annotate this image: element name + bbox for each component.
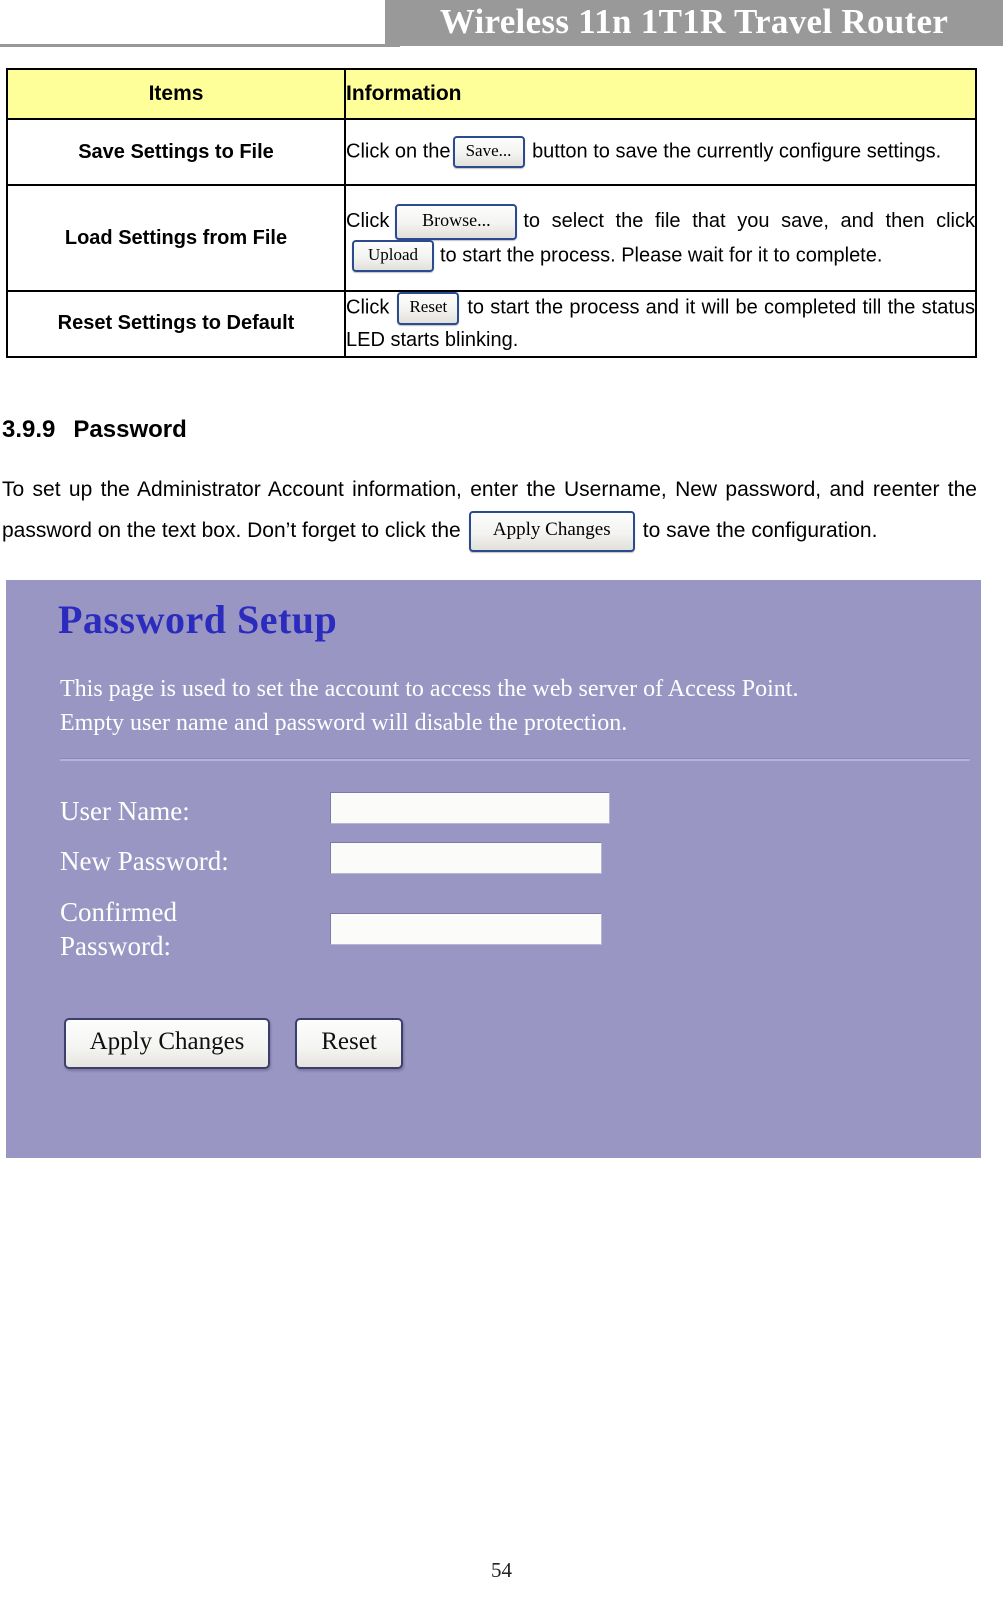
screenshot-page-title: Password Setup bbox=[58, 596, 338, 642]
column-header-information: Information bbox=[344, 68, 977, 120]
screenshot-action-bar: Apply Changes Reset bbox=[64, 1017, 403, 1069]
form-row-confirmed-password: Confirmed Password: bbox=[60, 893, 970, 964]
row-label-save-settings: Save Settings to File bbox=[6, 118, 346, 186]
header-rule bbox=[0, 44, 400, 47]
text-before-reset-button: Click bbox=[346, 296, 390, 319]
screenshot-divider bbox=[60, 757, 970, 761]
section-number: 3.9.9 bbox=[2, 415, 56, 443]
table-row: Reset Settings to Default Click Reset to s… bbox=[6, 290, 977, 358]
screenshot-description: This page is used to set the account to … bbox=[60, 672, 940, 740]
table-row: Load Settings from File Click Browse... to… bbox=[6, 184, 977, 292]
upload-button[interactable]: Upload bbox=[352, 239, 434, 273]
password-setup-form: User Name: New Password: Confirmed Passw… bbox=[60, 791, 970, 978]
browse-button[interactable]: Browse... bbox=[395, 203, 518, 240]
header-title: Wireless 11n 1T1R Travel Router bbox=[439, 2, 949, 41]
user-name-input[interactable] bbox=[330, 791, 610, 824]
settings-info-table: Items Information Save Settings to File … bbox=[6, 68, 977, 358]
section-paragraph: To set up the Administrator Account info… bbox=[2, 470, 977, 552]
paragraph-text-part2: to save the configuration. bbox=[642, 518, 878, 542]
user-name-label: User Name: bbox=[60, 795, 190, 826]
apply-changes-button[interactable]: Apply Changes bbox=[64, 1017, 270, 1069]
new-password-label: New Password: bbox=[60, 846, 229, 877]
text-between-buttons: to select the file that you save, and th… bbox=[523, 209, 975, 232]
column-header-items: Items bbox=[6, 68, 346, 120]
row-description-save-settings: Click on the Save... button to save the c… bbox=[344, 118, 977, 186]
new-password-input[interactable] bbox=[330, 842, 602, 875]
text-after-save-button: button to save the currently configure s… bbox=[532, 140, 942, 163]
confirmed-password-input[interactable] bbox=[330, 912, 602, 945]
confirmed-password-label-line1: Confirmed bbox=[60, 896, 177, 927]
reset-button[interactable]: Reset bbox=[397, 292, 460, 325]
page-number: 54 bbox=[491, 1558, 512, 1582]
confirmed-password-label-line2: Password: bbox=[60, 931, 172, 962]
text-after-upload-button: to start the process. Please wait for it… bbox=[440, 244, 883, 267]
document-header: Wireless 11n 1T1R Travel Router bbox=[0, 0, 1003, 52]
table-row: Save Settings to File Click on the Save..… bbox=[6, 118, 977, 186]
table-header-row: Items Information bbox=[6, 68, 977, 120]
router-ui-screenshot: Password Setup This page is used to set … bbox=[6, 579, 981, 1158]
section-title: Password bbox=[73, 415, 187, 443]
screenshot-description-line2: Empty user name and password will disabl… bbox=[60, 709, 628, 736]
row-label-load-settings: Load Settings from File bbox=[6, 184, 346, 292]
screenshot-description-line1: This page is used to set the account to … bbox=[60, 675, 799, 702]
header-band: Wireless 11n 1T1R Travel Router bbox=[385, 0, 1003, 46]
text-before-browse-button: Click bbox=[346, 209, 390, 232]
apply-changes-button-inline[interactable]: Apply Changes bbox=[468, 510, 635, 552]
row-description-load-settings: Click Browse... to select the file that yo… bbox=[344, 184, 977, 292]
row-label-reset-settings: Reset Settings to Default bbox=[6, 290, 346, 358]
row-description-reset-settings: Click Reset to start the process and it wi… bbox=[344, 290, 977, 358]
form-row-username: User Name: bbox=[60, 791, 970, 829]
form-row-new-password: New Password: bbox=[60, 842, 970, 879]
save-button[interactable]: Save... bbox=[452, 135, 525, 169]
text-before-save-button: Click on the bbox=[346, 140, 451, 163]
confirmed-password-label: Confirmed Password: bbox=[60, 893, 330, 964]
section-heading: 3.9.9 Password bbox=[2, 416, 1003, 444]
reset-button[interactable]: Reset bbox=[295, 1017, 403, 1069]
